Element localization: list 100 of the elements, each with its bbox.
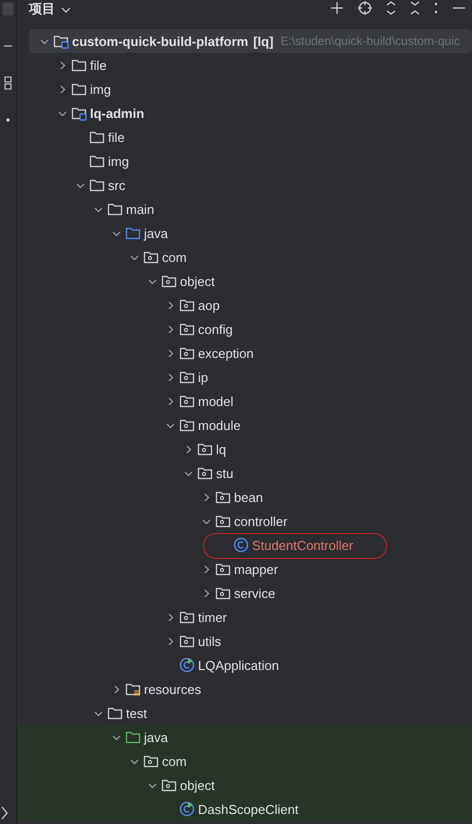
tree-row[interactable]: LQApplication [17, 653, 472, 677]
dot-icon[interactable] [6, 118, 10, 122]
test-tree-row[interactable]: com [17, 749, 472, 773]
chevron-right-icon[interactable] [166, 348, 174, 358]
node-label: resources [144, 682, 202, 696]
chevron-right-icon[interactable] [58, 60, 66, 70]
tree-row[interactable]: lq [17, 437, 472, 461]
module-folder-icon [71, 105, 87, 121]
chevron-down-icon[interactable] [94, 708, 102, 718]
node-label: com [162, 250, 187, 264]
chevron-right-icon[interactable] [184, 444, 192, 454]
node-label: img [90, 82, 111, 96]
tree-row-selected[interactable]: custom-quick-build-platform [lq] E:\studen\quick-build\custom-quic [29, 29, 472, 53]
chevron-right-icon[interactable] [166, 396, 174, 406]
chevron-down-icon[interactable] [202, 516, 210, 526]
chevron-down-icon[interactable] [40, 36, 48, 46]
tree-row[interactable]: controller [17, 509, 472, 533]
tree-row[interactable]: com [17, 245, 472, 269]
structure-icon[interactable] [4, 76, 12, 90]
tree-row[interactable]: lq-admin [17, 101, 472, 125]
node-label: controller [234, 514, 288, 528]
chevron-down-icon[interactable] [112, 732, 120, 742]
tree-row[interactable]: config [17, 317, 472, 341]
node-label: utils [198, 634, 222, 648]
tree-row[interactable]: service [17, 581, 472, 605]
tree-row[interactable]: model [17, 389, 472, 413]
test-tree-row[interactable]: DashScopeClient [17, 797, 472, 821]
chevron-right-icon[interactable] [166, 300, 174, 310]
collapse-all-icon[interactable] [410, 1, 420, 15]
chevron-down-icon[interactable] [148, 276, 156, 286]
chevron-right-icon[interactable] [1, 806, 9, 820]
tree-row[interactable]: file [17, 53, 472, 77]
tree-row[interactable]: aop [17, 293, 472, 317]
tree-row[interactable]: timer [17, 605, 472, 629]
package-folder-icon [179, 393, 195, 409]
panel-title[interactable]: 项目 [29, 1, 55, 17]
package-folder-icon [179, 321, 195, 337]
chevron-down-icon[interactable] [94, 204, 102, 214]
expand-all-icon[interactable] [386, 1, 396, 15]
tree-row[interactable]: img [17, 77, 472, 101]
node-label: lq-admin [90, 106, 144, 120]
node-label: module [198, 418, 241, 432]
tree-row[interactable]: ip [17, 365, 472, 389]
tree-row[interactable]: file [17, 125, 472, 149]
chevron-down-icon[interactable] [112, 228, 120, 238]
locate-icon[interactable] [358, 1, 372, 15]
chevron-right-icon[interactable] [166, 324, 174, 334]
chevron-down-icon[interactable] [76, 180, 84, 190]
module-tag: [lq] [253, 34, 274, 48]
chevron-right-icon[interactable] [166, 636, 174, 646]
node-label: LQApplication [198, 658, 279, 672]
chevron-right-icon[interactable] [202, 588, 210, 598]
tree-row[interactable]: test [17, 701, 472, 725]
tree-row[interactable]: StudentController [17, 533, 472, 557]
chevron-down-icon[interactable] [166, 420, 174, 430]
tree-row[interactable]: main [17, 197, 472, 221]
chevron-down-icon[interactable] [148, 780, 156, 790]
tree-row[interactable]: img [17, 149, 472, 173]
node-label: java [144, 226, 168, 240]
node-label: img [108, 154, 129, 168]
folder-icon [89, 129, 105, 145]
more-icon[interactable] [434, 1, 438, 15]
tree-row[interactable]: mapper [17, 557, 472, 581]
node-label: StudentController [252, 538, 354, 552]
add-icon[interactable] [330, 1, 344, 15]
package-folder-icon [215, 585, 231, 601]
tree-row[interactable]: module [17, 413, 472, 437]
tree-row[interactable]: resources [17, 677, 472, 701]
tree-row[interactable]: java [17, 221, 472, 245]
package-folder-icon [179, 369, 195, 385]
chevron-right-icon[interactable] [202, 492, 210, 502]
chevron-down-icon[interactable] [130, 252, 138, 262]
test-tree-row[interactable]: object [17, 773, 472, 797]
chevron-right-icon[interactable] [202, 564, 210, 574]
chevron-right-icon[interactable] [166, 372, 174, 382]
chevron-right-icon[interactable] [112, 684, 120, 694]
folder-icon [71, 57, 87, 73]
package-folder-icon [143, 249, 159, 265]
chevron-down-icon[interactable] [58, 108, 66, 118]
package-folder-icon [161, 273, 177, 289]
tree-row[interactable]: stu [17, 461, 472, 485]
tree-row[interactable]: bean [17, 485, 472, 509]
tree-row[interactable]: object [17, 269, 472, 293]
chevron-down-icon[interactable] [130, 756, 138, 766]
folder-icon [125, 729, 141, 745]
test-tree-row[interactable]: java [17, 725, 472, 749]
chevron-right-icon[interactable] [166, 612, 174, 622]
package-folder-icon [197, 441, 213, 457]
node-label: aop [198, 298, 220, 312]
tree-row[interactable]: src [17, 173, 472, 197]
chevron-down-icon[interactable] [184, 468, 192, 478]
chevron-right-icon[interactable] [58, 84, 66, 94]
tree-row[interactable]: utils [17, 629, 472, 653]
package-folder-icon [179, 633, 195, 649]
node-label: src [108, 178, 126, 192]
package-folder-icon [179, 609, 195, 625]
tree-row[interactable]: exception [17, 341, 472, 365]
dash-icon[interactable] [4, 44, 12, 48]
node-label: test [126, 706, 147, 720]
node-label: java [144, 730, 168, 744]
